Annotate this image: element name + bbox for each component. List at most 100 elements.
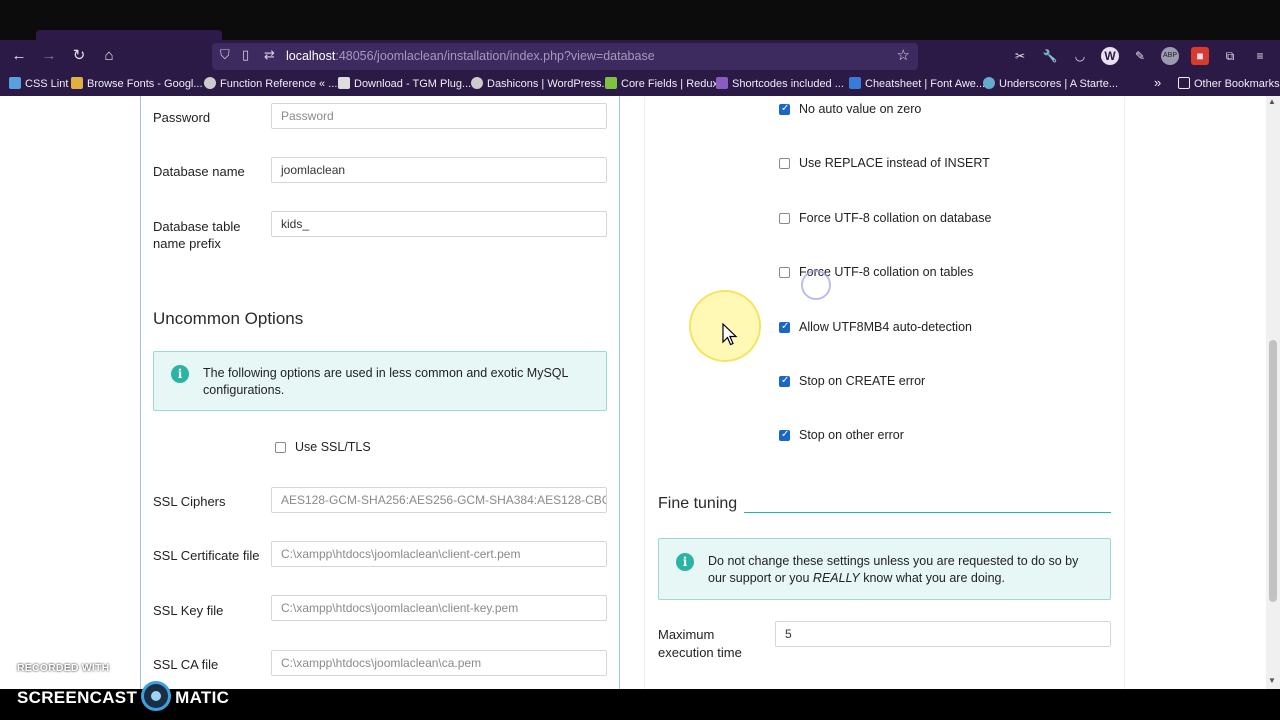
url-host: localhost xyxy=(286,49,336,63)
redux-favicon xyxy=(605,77,617,89)
wrench-extension-icon[interactable]: 🔧 xyxy=(1041,47,1059,65)
use-ssl-label[interactable]: Use SSL/TLS xyxy=(295,440,371,454)
ssl-key-input[interactable]: C:\xampp\htdocs\joomlaclean\client-key.p… xyxy=(271,595,607,621)
underscores-favicon xyxy=(983,77,995,89)
max-exec-label-line1: Maximum xyxy=(658,627,715,642)
permissions-icon[interactable]: ⇄ xyxy=(264,47,275,63)
ssl-cert-label: SSL Certificate file xyxy=(153,548,260,563)
advanced-options-panel xyxy=(644,96,1125,689)
bookmarks-bar: CSS Lint Browse Fonts - Googl... Functio… xyxy=(0,72,1280,96)
extensions-puzzle-icon[interactable]: ⧉ xyxy=(1221,47,1239,65)
bookmark-7[interactable]: Cheatsheet | Font Awe... xyxy=(849,77,985,90)
browser-tab[interactable] xyxy=(36,30,222,40)
url-text[interactable]: localhost:48056/joomlaclean/installation… xyxy=(286,49,655,63)
ssl-ca-input[interactable]: C:\xampp\htdocs\joomlaclean\ca.pem xyxy=(271,650,607,676)
scroll-up-icon[interactable]: ▲ xyxy=(1268,97,1276,106)
ssl-ca-label: SSL CA file xyxy=(153,657,219,672)
password-input[interactable]: Password xyxy=(271,103,607,129)
mouse-cursor-icon xyxy=(722,323,738,346)
wordpress-favicon xyxy=(204,77,216,89)
bookmark-4[interactable]: Dashicons | WordPress... xyxy=(471,77,611,90)
bookmark-5[interactable]: Core Fields | Redux xyxy=(605,77,718,90)
allow-utf8mb4-label[interactable]: Allow UTF8MB4 auto-detection xyxy=(799,320,972,334)
uncommon-info-line1: The following options are used in less c… xyxy=(203,366,569,380)
stop-on-create-error-label[interactable]: Stop on CREATE error xyxy=(799,374,925,388)
flag-favicon xyxy=(849,77,861,89)
allow-utf8mb4-checkbox[interactable] xyxy=(779,321,790,333)
force-utf8-database-label[interactable]: Force UTF-8 collation on database xyxy=(799,211,991,225)
ssl-cert-input[interactable]: C:\xampp\htdocs\joomlaclean\client-cert.… xyxy=(271,541,607,567)
table-prefix-label-line1: Database table xyxy=(153,219,241,234)
w-favicon xyxy=(716,77,728,89)
url-path: :48056/joomlaclean/installation/index.ph… xyxy=(335,49,655,63)
stop-on-other-error-label[interactable]: Stop on other error xyxy=(799,428,904,442)
bookmark-star-icon[interactable]: ☆ xyxy=(897,46,910,64)
no-auto-value-checkbox[interactable] xyxy=(779,103,790,115)
forward-icon[interactable]: → xyxy=(38,45,60,67)
fine-tuning-divider xyxy=(744,512,1111,513)
info-icon: i xyxy=(676,553,694,571)
screencast-logo-icon xyxy=(141,681,172,711)
page-info-icon[interactable]: ▯ xyxy=(242,47,249,63)
ssl-ciphers-input[interactable]: AES128-GCM-SHA256:AES256-GCM-SHA384:AES1… xyxy=(271,487,607,513)
table-prefix-input[interactable]: kids_ xyxy=(271,211,607,237)
shield-icon[interactable]: ⛉ xyxy=(220,47,230,63)
max-exec-input[interactable]: 5 xyxy=(775,621,1111,647)
info-icon: i xyxy=(171,365,189,383)
database-name-input[interactable]: joomlaclean xyxy=(271,157,607,183)
click-indicator xyxy=(801,270,831,300)
window-top-strip xyxy=(0,0,1280,40)
stop-on-create-error-checkbox[interactable] xyxy=(779,375,790,387)
use-replace-label[interactable]: Use REPLACE instead of INSERT xyxy=(799,156,990,170)
fine-tuning-title: Fine tuning xyxy=(658,495,738,512)
scrollbar-thumb[interactable] xyxy=(1269,340,1277,602)
uncommon-options-title: Uncommon Options xyxy=(153,309,304,328)
screen: ← → ↻ ⌂ ⛉ ▯ ⇄ localhost:48056/joomlaclea… xyxy=(0,0,1280,720)
folder-icon xyxy=(1178,77,1190,89)
bookmark-8[interactable]: Underscores | A Starte... xyxy=(983,77,1118,90)
no-auto-value-label[interactable]: No auto value on zero xyxy=(799,102,921,116)
bookmark-0[interactable]: CSS Lint xyxy=(9,77,68,90)
force-utf8-database-checkbox[interactable] xyxy=(779,213,790,224)
use-replace-checkbox[interactable] xyxy=(779,158,790,169)
max-exec-label-line2: execution time xyxy=(658,645,742,660)
bookmark-1[interactable]: Browse Fonts - Googl... xyxy=(71,77,203,90)
home-icon[interactable]: ⌂ xyxy=(98,45,120,67)
page-scrollbar[interactable]: ▲ ▼ xyxy=(1266,96,1280,689)
wordpress-extension-icon[interactable]: W xyxy=(1101,47,1119,65)
menu-icon[interactable]: ≡ xyxy=(1251,47,1269,65)
database-name-label: Database name xyxy=(153,164,245,179)
uncommon-info-box: i The following options are used in less… xyxy=(153,351,607,411)
abp-extension-icon[interactable]: ABP xyxy=(1161,47,1179,65)
bookmarks-overflow-icon[interactable]: » xyxy=(1154,75,1161,90)
navigation-bar: ← → ↻ ⌂ ⛉ ▯ ⇄ localhost:48056/joomlaclea… xyxy=(0,40,1280,72)
pocket-extension-icon[interactable]: ◡ xyxy=(1071,47,1089,65)
bookmark-2[interactable]: Function Reference « ... xyxy=(204,77,337,90)
ssl-key-label: SSL Key file xyxy=(153,603,224,618)
watermark-brand: SCREENCAST MATIC xyxy=(17,681,229,711)
bookmark-favicon xyxy=(9,77,21,89)
fine-tuning-info-box: i Do not change these settings unless yo… xyxy=(658,538,1111,600)
really-emphasis: REALLY xyxy=(812,571,860,585)
password-label: Password xyxy=(153,110,211,125)
uncommon-info-line2: configurations. xyxy=(203,383,285,397)
force-utf8-tables-checkbox[interactable] xyxy=(779,267,790,278)
page-favicon xyxy=(338,77,350,89)
bookmark-favicon xyxy=(71,77,83,89)
table-prefix-label-line2: name prefix xyxy=(153,236,221,251)
red-extension-icon[interactable]: ■ xyxy=(1191,47,1209,65)
use-ssl-checkbox[interactable] xyxy=(275,442,286,453)
scroll-down-icon[interactable]: ▼ xyxy=(1268,676,1276,685)
reload-icon[interactable]: ↻ xyxy=(68,45,90,67)
wordpress-favicon xyxy=(471,77,483,89)
bookmark-3[interactable]: Download - TGM Plug... xyxy=(338,77,471,90)
pen-extension-icon[interactable]: ✎ xyxy=(1131,47,1149,65)
watermark-recorded-with: RECORDED WITH xyxy=(17,662,110,674)
stop-on-other-error-checkbox[interactable] xyxy=(779,429,790,441)
other-bookmarks[interactable]: Other Bookmarks xyxy=(1178,77,1280,90)
fine-info-line1: Do not change these settings unless you … xyxy=(708,554,1079,568)
back-icon[interactable]: ← xyxy=(8,45,30,67)
url-bar[interactable]: ⛉ ▯ ⇄ localhost:48056/joomlaclean/instal… xyxy=(212,43,918,70)
bookmark-6[interactable]: Shortcodes included ... xyxy=(716,77,844,90)
scissors-extension-icon[interactable]: ✂ xyxy=(1011,47,1029,65)
